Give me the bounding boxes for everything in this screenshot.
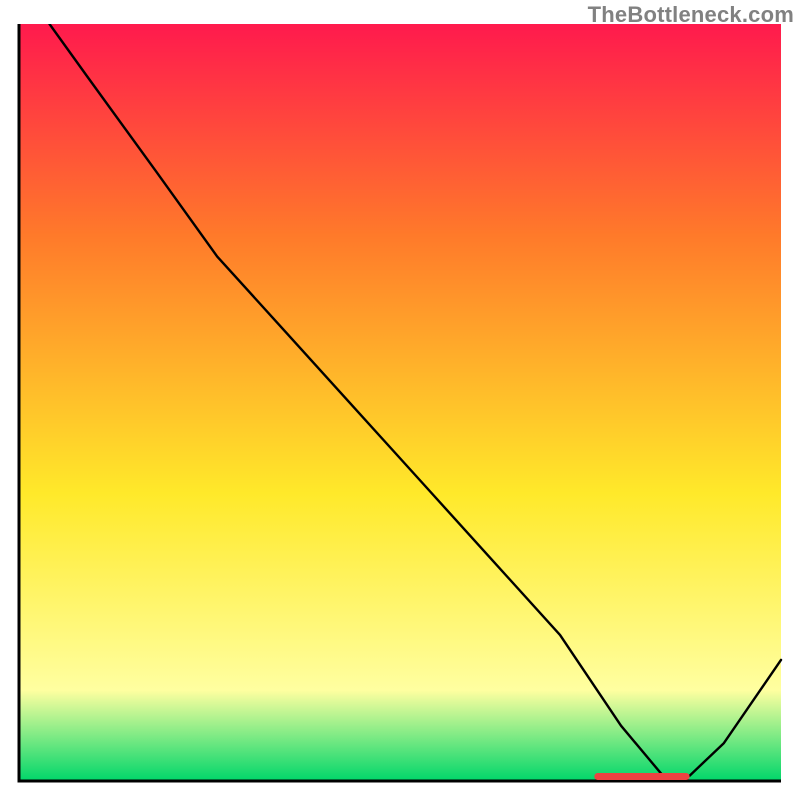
chart-background (19, 24, 781, 781)
chart-svg (16, 24, 784, 784)
chart-stage: TheBottleneck.com (0, 0, 800, 800)
chart-plot (16, 24, 784, 784)
chart-marker-segment (594, 773, 689, 780)
